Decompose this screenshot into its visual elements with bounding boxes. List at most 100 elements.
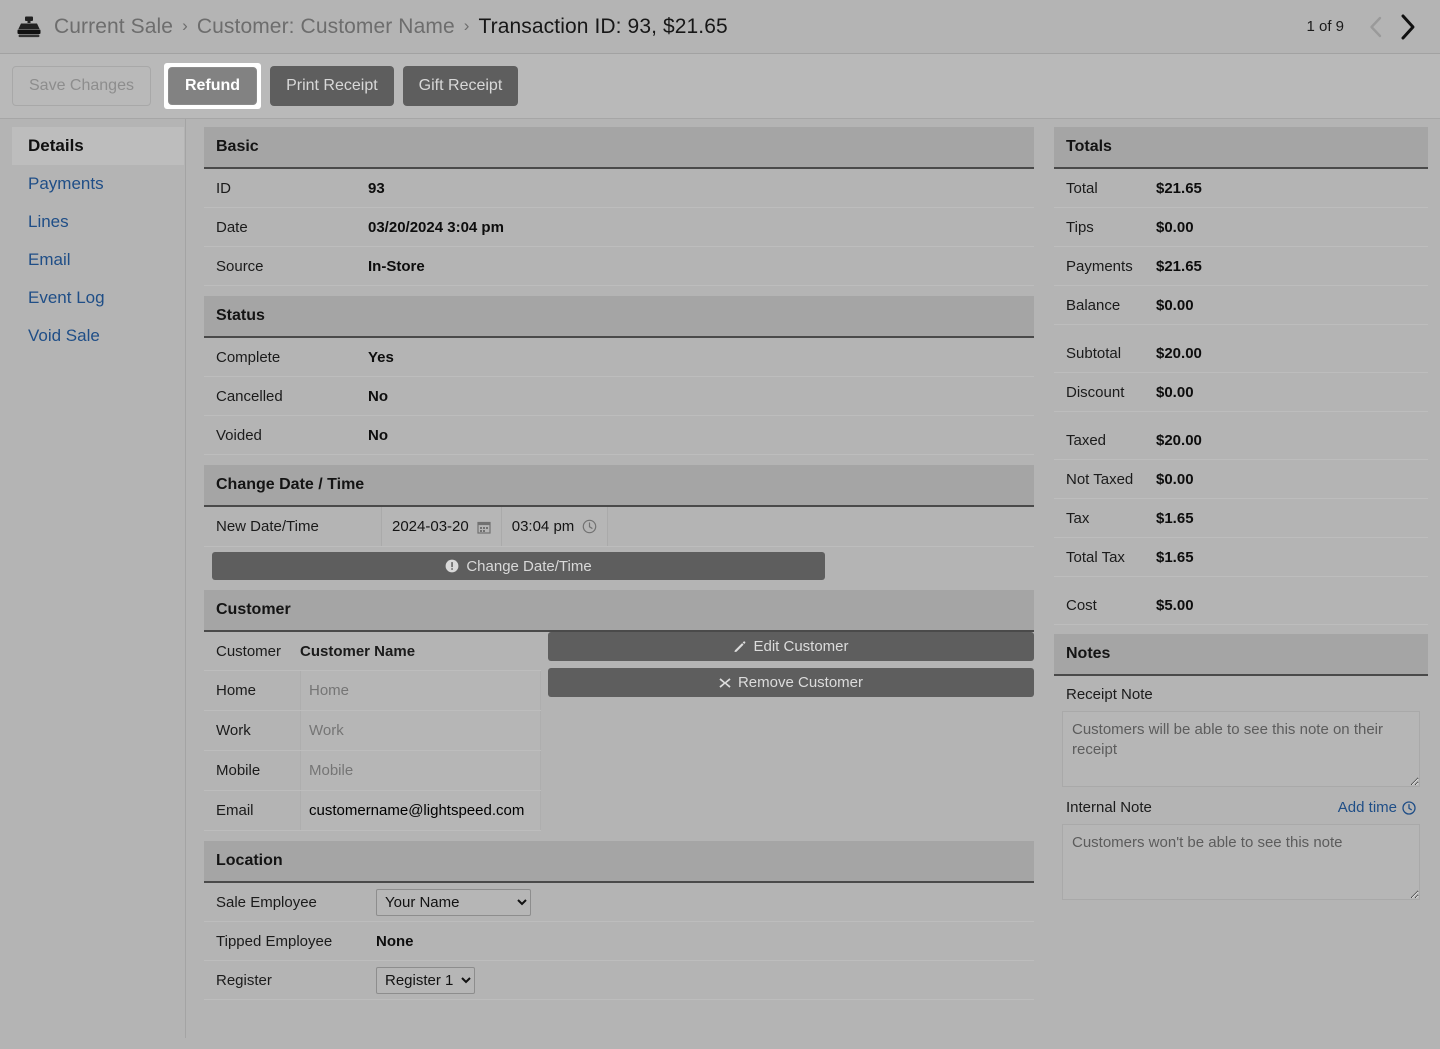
add-time-label: Add time (1337, 799, 1397, 816)
time-input-value: 03:04 pm (511, 518, 575, 535)
status-panel: Status Complete Yes Cancelled No Voided … (204, 296, 1034, 455)
customer-work-input[interactable] (300, 711, 541, 750)
totals-group-payments: Total $21.65 Tips $0.00 Payments $21.65 … (1054, 169, 1428, 325)
new-datetime-label: New Date/Time (216, 518, 319, 535)
totals-discount-value: $0.00 (1156, 383, 1194, 401)
sidebar-item-event-log[interactable]: Event Log (12, 279, 184, 317)
sidebar-item-details[interactable]: Details (12, 127, 184, 165)
internal-note-textarea[interactable] (1062, 824, 1420, 900)
status-panel-title: Status (204, 296, 1034, 338)
date-input[interactable]: 2024-03-20 (381, 507, 502, 546)
internal-note-header: Internal Note Add time (1054, 789, 1428, 824)
add-time-link[interactable]: Add time (1338, 799, 1416, 816)
status-cancelled-label: Cancelled (216, 387, 283, 405)
page-body: Details Payments Lines Email Event Log V… (0, 119, 1440, 1038)
clock-icon (582, 519, 597, 534)
breadcrumb-item-current-sale[interactable]: Current Sale (54, 15, 173, 39)
customer-home-input[interactable] (300, 671, 541, 710)
chevron-left-icon[interactable] (1360, 10, 1390, 44)
totals-tips-value: $0.00 (1156, 218, 1194, 236)
breadcrumb-item-customer[interactable]: Customer: Customer Name (197, 15, 455, 39)
table-row: Tips $0.00 (1054, 208, 1428, 247)
record-pager: 1 of 9 (1306, 10, 1422, 44)
table-row: Not Taxed $0.00 (1054, 460, 1428, 499)
pager-count: 1 of 9 (1306, 18, 1344, 35)
customer-mobile-label: Mobile (216, 762, 261, 779)
breadcrumb-item-transaction: Transaction ID: 93, $21.65 (478, 14, 728, 38)
sidebar-item-payments[interactable]: Payments (12, 165, 184, 203)
totals-total-label: Total (1066, 179, 1098, 197)
status-complete-value: Yes (368, 348, 394, 366)
change-datetime-panel-title: Change Date / Time (204, 465, 1034, 507)
totals-tax-label: Tax (1066, 509, 1090, 527)
table-row: Payments $21.65 (1054, 247, 1428, 286)
content-area: Basic ID 93 Date 03/20/2024 3:04 pm Sour… (186, 119, 1440, 1038)
totals-group-tax: Taxed $20.00 Not Taxed $0.00 Tax $1.65 T… (1054, 421, 1428, 577)
table-row: Tax $1.65 (1054, 499, 1428, 538)
notes-panel-title: Notes (1054, 634, 1428, 676)
customer-panel: Customer Customer Customer Name Home Wor… (204, 590, 1034, 831)
basic-panel: Basic ID 93 Date 03/20/2024 3:04 pm Sour… (204, 127, 1034, 286)
table-row: Taxed $20.00 (1054, 421, 1428, 460)
register-select[interactable]: Register 1 (376, 966, 475, 994)
sale-employee-row: Sale Employee Your Name (204, 883, 1034, 922)
print-receipt-button[interactable]: Print Receipt (270, 66, 394, 106)
customer-work-label: Work (216, 722, 251, 739)
totals-subtotal-value: $20.00 (1156, 344, 1202, 362)
status-cancelled-value: No (368, 387, 388, 405)
change-datetime-panel: Change Date / Time New Date/Time 2024-03… (204, 465, 1034, 580)
table-row: Total Tax $1.65 (1054, 538, 1428, 577)
breadcrumb: Current Sale › Customer: Customer Name ›… (54, 15, 1306, 39)
sidebar-item-email[interactable]: Email (12, 241, 184, 279)
sidebar-item-lines[interactable]: Lines (12, 203, 184, 241)
table-row: ID 93 (204, 169, 1034, 208)
status-voided-value: No (368, 426, 388, 444)
gift-receipt-button[interactable]: Gift Receipt (402, 66, 519, 106)
time-input[interactable]: 03:04 pm (501, 507, 609, 546)
customer-home-label: Home (216, 682, 257, 699)
register-row: Register Register 1 (204, 961, 1034, 1000)
main-column: Basic ID 93 Date 03/20/2024 3:04 pm Sour… (204, 127, 1034, 1038)
refund-button[interactable]: Refund (167, 67, 258, 105)
sidebar-item-void-sale[interactable]: Void Sale (12, 317, 184, 355)
customer-email-row: Email (204, 791, 541, 831)
table-row: Date 03/20/2024 3:04 pm (204, 208, 1034, 247)
totals-panel: Totals (1054, 127, 1428, 169)
customer-mobile-input[interactable] (300, 751, 541, 790)
customer-email-input[interactable] (300, 791, 541, 830)
customer-name-label: Customer (216, 642, 282, 660)
sale-employee-label: Sale Employee (216, 893, 317, 911)
calendar-icon (477, 521, 491, 534)
totals-subtotal-label: Subtotal (1066, 344, 1122, 362)
totals-discount-label: Discount (1066, 383, 1125, 401)
totals-payments-label: Payments (1066, 257, 1133, 275)
table-row: Source In-Store (204, 247, 1034, 286)
table-row: Cancelled No (204, 377, 1034, 416)
sale-employee-select[interactable]: Your Name (376, 888, 531, 916)
basic-source-label: Source (216, 257, 264, 275)
totals-panel-title: Totals (1054, 127, 1428, 169)
notes-panel: Notes Receipt Note Internal Note Add tim… (1054, 634, 1428, 900)
receipt-note-textarea[interactable] (1062, 711, 1420, 787)
basic-date-label: Date (216, 218, 248, 236)
table-row: Complete Yes (204, 338, 1034, 377)
app-header: Current Sale › Customer: Customer Name ›… (0, 0, 1440, 54)
totals-tips-label: Tips (1066, 218, 1094, 236)
chevron-right-icon[interactable] (1392, 10, 1422, 44)
customer-work-row: Work (204, 711, 541, 751)
status-complete-label: Complete (216, 348, 281, 366)
change-datetime-button-label: Change Date/Time (466, 557, 592, 575)
remove-customer-label: Remove Customer (737, 674, 864, 691)
edit-customer-label: Edit Customer (753, 638, 849, 655)
table-row: Voided No (204, 416, 1034, 455)
save-changes-button[interactable]: Save Changes (12, 66, 151, 106)
side-column: Totals Total $21.65 Tips $0.00 Payments … (1054, 127, 1428, 1038)
refund-button-focus-ring: Refund (163, 63, 262, 109)
table-row: Discount $0.00 (1054, 373, 1428, 412)
internal-note-label: Internal Note (1066, 799, 1152, 816)
edit-customer-button[interactable]: Edit Customer (548, 632, 1034, 661)
tipped-employee-row: Tipped Employee None (204, 922, 1034, 961)
breadcrumb-separator-icon: › (463, 16, 470, 35)
change-datetime-button[interactable]: Change Date/Time (212, 552, 825, 580)
remove-customer-button[interactable]: Remove Customer (548, 668, 1034, 697)
